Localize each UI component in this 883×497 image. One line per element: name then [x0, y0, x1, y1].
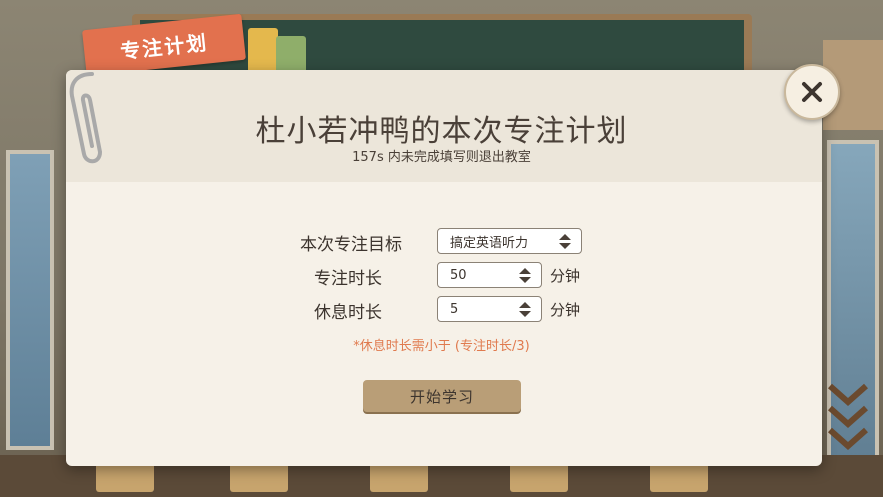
background-window-left [6, 150, 54, 450]
close-icon [802, 82, 822, 102]
background-desk [510, 462, 568, 492]
chevron-down-icon [828, 383, 868, 451]
focus-duration-value: 50 [450, 267, 467, 283]
goal-select[interactable]: 搞定英语听力 [437, 228, 582, 254]
dialog-subtitle: 157s 内未完成填写则退出教室 [352, 150, 531, 165]
up-down-arrows-icon [559, 234, 571, 249]
focus-duration-label: 专注时长 [314, 269, 382, 289]
rest-duration-unit: 分钟 [550, 301, 581, 319]
rest-duration-label: 休息时长 [314, 303, 382, 323]
up-down-arrows-icon [519, 302, 531, 317]
background-desk [96, 462, 154, 492]
background-desk [370, 462, 428, 492]
rest-duration-select[interactable]: 5 [437, 296, 542, 322]
start-study-button[interactable]: 开始学习 [363, 380, 521, 412]
up-down-arrows-icon [519, 268, 531, 283]
dialog-title: 杜小若冲鸭的本次专注计划 [255, 114, 628, 149]
focus-duration-unit: 分钟 [550, 267, 581, 285]
goal-value: 搞定英语听力 [450, 235, 529, 251]
rest-duration-value: 5 [450, 301, 459, 317]
background-desk [230, 462, 288, 492]
rest-duration-note: *休息时长需小于 (专注时长/3) [353, 339, 530, 354]
background-desk [650, 462, 708, 492]
goal-label: 本次专注目标 [300, 235, 402, 255]
focus-duration-select[interactable]: 50 [437, 262, 542, 288]
